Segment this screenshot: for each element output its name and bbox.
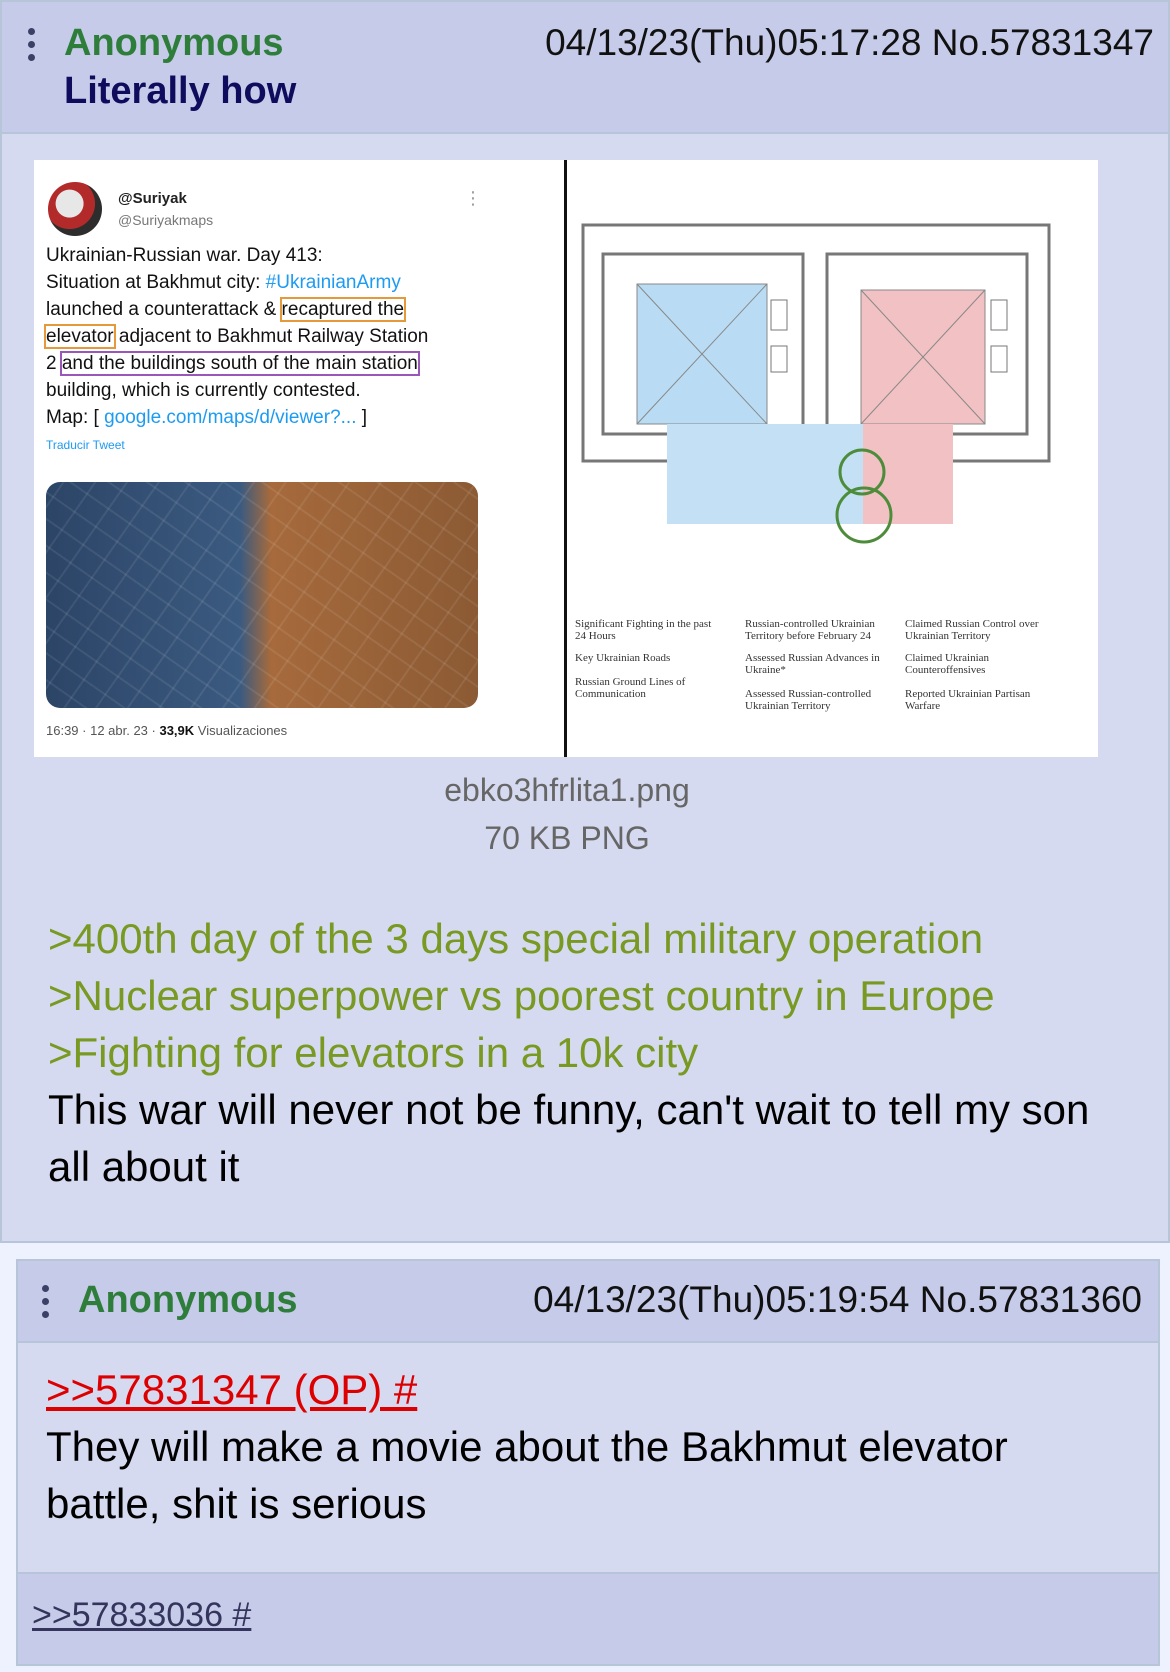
backlink[interactable]: >>57833036 # bbox=[32, 1596, 251, 1635]
more-options-icon: ⋮ bbox=[464, 188, 482, 208]
greentext-line: >Nuclear superpower vs poorest country i… bbox=[48, 972, 995, 1019]
post-header: Anonymous 04/13/23(Thu)05:19:54 No.57831… bbox=[18, 1261, 1158, 1343]
greentext-line: >400th day of the 3 days special militar… bbox=[48, 915, 984, 962]
file-name[interactable]: ebko3hfrlita1.png bbox=[2, 772, 1132, 809]
post-header: Anonymous Literally how 04/13/23(Thu)05:… bbox=[2, 2, 1168, 134]
tweet-screenshot: @Suriyak @Suriyakmaps ⋮ Ukrainian-Russia… bbox=[34, 160, 567, 757]
poster-name: Anonymous bbox=[64, 22, 284, 64]
file-size: 70 KB PNG bbox=[484, 820, 650, 856]
post-body: >400th day of the 3 days special militar… bbox=[48, 910, 1138, 1195]
satellite-map-image bbox=[46, 482, 478, 708]
backlinks-bar: >>57833036 # bbox=[18, 1572, 1158, 1664]
translate-link: Traducir Tweet bbox=[46, 438, 125, 452]
tweet-username: @Suriyak bbox=[118, 190, 187, 207]
quote-link[interactable]: >>57831347 (OP) # bbox=[46, 1361, 1106, 1418]
tweet-text: Ukrainian-Russian war. Day 413: Situatio… bbox=[44, 245, 429, 428]
avatar bbox=[48, 182, 102, 236]
attachment-thumbnail[interactable]: @Suriyak @Suriyakmaps ⋮ Ukrainian-Russia… bbox=[34, 160, 1098, 757]
reply-post: Anonymous 04/13/23(Thu)05:19:54 No.57831… bbox=[16, 1259, 1160, 1666]
poster-name: Anonymous bbox=[78, 1279, 298, 1321]
post-subject: Literally how bbox=[64, 70, 297, 112]
map-legend: Significant Fighting in the past 24 Hour… bbox=[575, 618, 1039, 712]
post-datetime-number[interactable]: 04/13/23(Thu)05:19:54 No.57831360 bbox=[533, 1279, 1142, 1321]
tweet-handle: @Suriyakmaps bbox=[118, 212, 214, 228]
station-floorplan bbox=[581, 223, 1051, 544]
greentext-line: >Fighting for elevators in a 10k city bbox=[48, 1029, 699, 1076]
post-body: >>57831347 (OP) # They will make a movie… bbox=[46, 1361, 1106, 1532]
post-text: This war will never not be funny, can't … bbox=[48, 1086, 1090, 1190]
post-menu-icon[interactable] bbox=[28, 28, 36, 61]
post-datetime-number[interactable]: 04/13/23(Thu)05:17:28 No.57831347 bbox=[545, 22, 1154, 64]
station-map-diagram: Significant Fighting in the past 24 Hour… bbox=[567, 160, 1098, 757]
tweet-meta: 16:39 · 12 abr. 23 · 33,9K Visualizacion… bbox=[46, 723, 288, 738]
post-text: They will make a movie about the Bakhmut… bbox=[46, 1423, 1008, 1527]
op-post: Anonymous Literally how 04/13/23(Thu)05:… bbox=[0, 0, 1170, 1243]
post-menu-icon[interactable] bbox=[42, 1285, 50, 1318]
